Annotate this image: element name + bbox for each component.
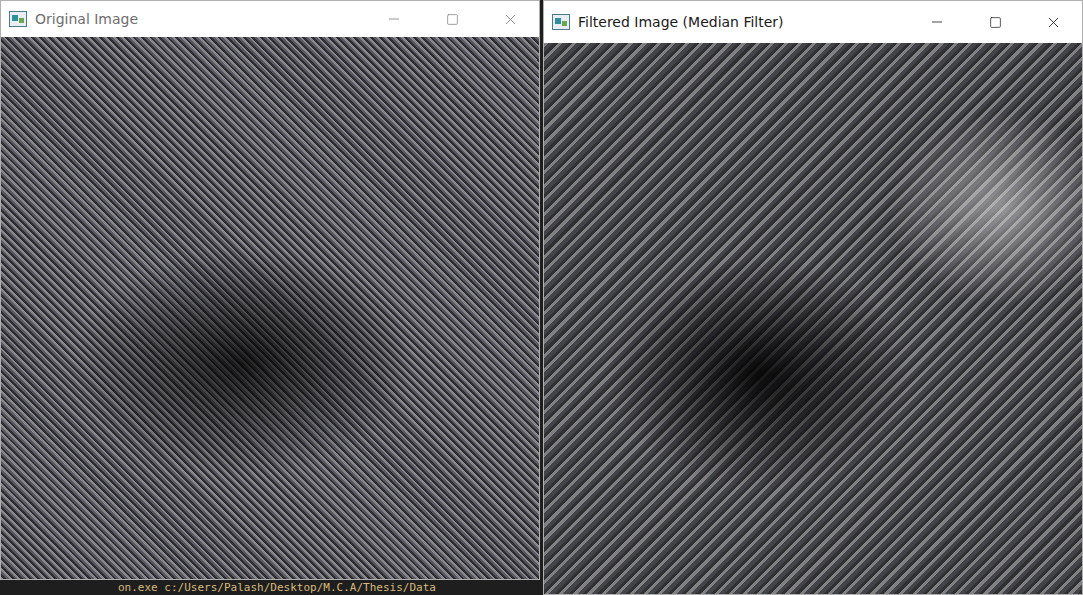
terminal-text: on.exe c:/Users/Palash/Desktop/M.C.A/The… <box>118 582 436 593</box>
close-icon <box>1045 14 1062 31</box>
window-controls <box>908 1 1082 43</box>
minimize-button[interactable] <box>365 11 423 27</box>
close-button[interactable] <box>1024 14 1082 31</box>
minimize-icon <box>386 11 402 27</box>
title-bar[interactable]: Filtered Image (Median Filter) <box>544 1 1082 43</box>
app-icon <box>9 11 27 27</box>
close-icon <box>502 11 519 28</box>
image-view <box>544 43 1082 594</box>
app-icon <box>552 14 570 30</box>
maximize-icon <box>989 16 1002 29</box>
image-view <box>1 37 539 579</box>
terminal-strip: on.exe c:/Users/Palash/Desktop/M.C.A/The… <box>0 580 541 595</box>
window-controls <box>365 1 539 37</box>
image-window[interactable]: Filtered Image (Median Filter) <box>543 0 1083 595</box>
window-title: Filtered Image (Median Filter) <box>578 14 908 30</box>
image-window[interactable]: Original Image <box>0 0 540 580</box>
maximize-icon <box>446 13 459 26</box>
window-title: Original Image <box>35 11 365 27</box>
maximize-button[interactable] <box>966 16 1024 29</box>
minimize-icon <box>929 14 945 30</box>
close-button[interactable] <box>481 11 539 28</box>
maximize-button[interactable] <box>423 13 481 26</box>
title-bar[interactable]: Original Image <box>1 1 539 37</box>
minimize-button[interactable] <box>908 14 966 30</box>
desktop: on.exe c:/Users/Palash/Desktop/M.C.A/The… <box>0 0 1083 595</box>
